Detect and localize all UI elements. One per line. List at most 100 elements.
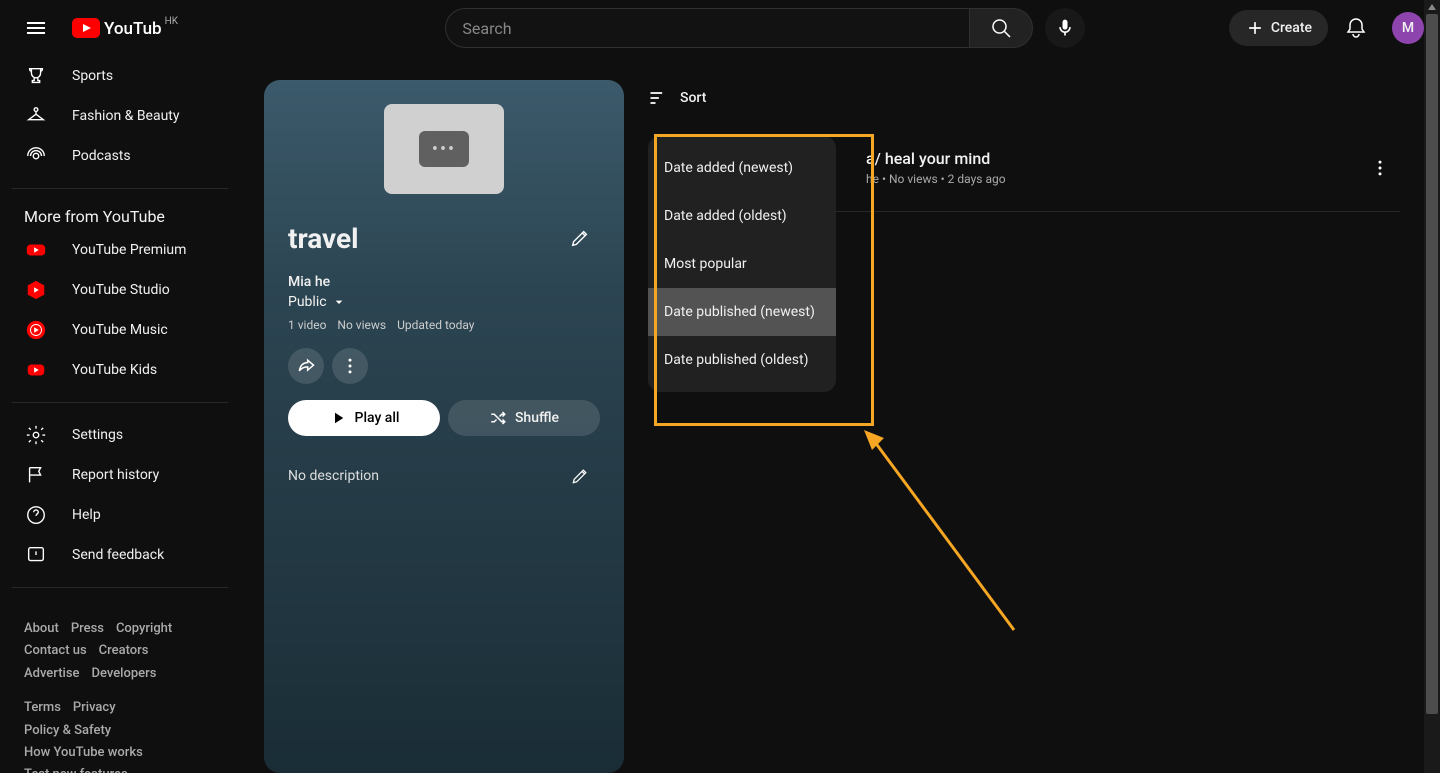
sidebar-item-help[interactable]: Help: [12, 495, 228, 535]
sort-option-date-published-oldest[interactable]: Date published (oldest): [648, 336, 836, 384]
scrollbar-thumb[interactable]: [1426, 14, 1438, 714]
sidebar-item-report[interactable]: Report history: [12, 455, 228, 495]
playlist-content: Sort a/ heal your mind he • No views • 2…: [648, 80, 1400, 773]
create-button[interactable]: Create: [1229, 10, 1328, 46]
country-code: HK: [165, 16, 178, 27]
footer-link[interactable]: Terms: [24, 699, 61, 717]
footer-link[interactable]: About: [24, 620, 59, 638]
feedback-icon: [24, 543, 48, 567]
sidebar-item-premium[interactable]: YouTube Premium: [12, 230, 228, 270]
sidebar-item-label: YouTube Music: [72, 322, 168, 338]
sidebar-item-label: Settings: [72, 427, 123, 443]
sort-label: Sort: [680, 90, 706, 106]
voice-search-button[interactable]: [1045, 8, 1085, 48]
more-vert-icon: [340, 356, 360, 376]
sidebar-item-label: Sports: [72, 68, 113, 84]
sidebar-item-feedback[interactable]: Send feedback: [12, 535, 228, 575]
playlist-stats: 1 video No views Updated today: [288, 318, 600, 332]
search-button[interactable]: [969, 8, 1033, 48]
header-center: [445, 8, 1085, 48]
sort-option-date-added-oldest[interactable]: Date added (oldest): [648, 192, 836, 240]
bell-icon: [1344, 16, 1368, 40]
pencil-icon: [569, 227, 591, 249]
footer-link[interactable]: Privacy: [73, 699, 116, 717]
video-meta: he • No views • 2 days ago: [866, 172, 1360, 186]
more-vert-icon: [1370, 158, 1390, 178]
sort-option-date-published-newest[interactable]: Date published (newest): [648, 288, 836, 336]
sidebar-item-label: Fashion & Beauty: [72, 108, 180, 124]
playlist-thumbnail[interactable]: •••: [384, 104, 504, 194]
youtube-premium-icon: [24, 238, 48, 262]
footer-link[interactable]: Policy & Safety: [24, 722, 111, 740]
footer-link[interactable]: Creators: [99, 642, 149, 660]
sidebar-divider: [12, 188, 228, 189]
edit-description-button[interactable]: [560, 456, 600, 496]
notifications-button[interactable]: [1336, 8, 1376, 48]
sort-option-most-popular[interactable]: Most popular: [648, 240, 836, 288]
sidebar-item-music[interactable]: YouTube Music: [12, 310, 228, 350]
search-input[interactable]: [445, 8, 969, 48]
sort-dropdown-menu: Date added (newest) Date added (oldest) …: [648, 136, 836, 392]
main-content: ••• travel Mia he Public 1 video No view…: [240, 56, 1424, 773]
share-button[interactable]: [288, 348, 324, 384]
video-title: a/ heal your mind: [866, 149, 1360, 168]
footer-link[interactable]: Test new features: [24, 766, 128, 773]
playlist-description: No description: [288, 468, 379, 484]
microphone-icon: [1055, 18, 1075, 38]
playlist-owner[interactable]: Mia he: [288, 274, 600, 290]
thumbnail-placeholder-icon: •••: [419, 131, 469, 167]
sidebar-item-kids[interactable]: YouTube Kids: [12, 350, 228, 390]
hanger-icon: [24, 104, 48, 128]
sidebar-item-fashion[interactable]: Fashion & Beauty: [12, 96, 228, 136]
footer-link[interactable]: Developers: [91, 665, 156, 683]
avatar-button[interactable]: M: [1392, 12, 1424, 44]
trophy-icon: [24, 64, 48, 88]
pencil-icon: [570, 466, 590, 486]
search-form: [445, 8, 1033, 48]
sort-option-date-added-newest[interactable]: Date added (newest): [648, 144, 836, 192]
playlist-title-row: travel: [288, 218, 600, 258]
header-left: YouTube HK: [16, 8, 162, 48]
page-scrollbar[interactable]: [1424, 0, 1440, 773]
guide-menu-button[interactable]: [16, 8, 56, 48]
help-icon: [24, 503, 48, 527]
chevron-down-icon: [331, 294, 347, 310]
sidebar-item-label: YouTube Studio: [72, 282, 170, 298]
play-all-button[interactable]: Play all: [288, 400, 440, 436]
play-icon: [329, 409, 347, 427]
playlist-visibility-button[interactable]: Public: [288, 294, 600, 310]
hamburger-icon: [24, 16, 48, 40]
edit-title-button[interactable]: [560, 218, 600, 258]
sidebar-footer: About Press Copyright Contact us Creator…: [12, 600, 228, 773]
sort-icon: [648, 88, 668, 108]
footer-link[interactable]: Contact us: [24, 642, 87, 660]
share-icon: [296, 356, 316, 376]
create-label: Create: [1271, 20, 1312, 36]
svg-text:YouTube: YouTube: [104, 19, 162, 38]
sidebar-item-label: YouTube Premium: [72, 242, 186, 258]
footer-link[interactable]: Copyright: [116, 620, 172, 638]
sidebar-item-studio[interactable]: YouTube Studio: [12, 270, 228, 310]
podcast-icon: [24, 144, 48, 168]
sidebar-item-settings[interactable]: Settings: [12, 415, 228, 455]
description-row: No description: [288, 456, 600, 496]
youtube-studio-icon: [24, 278, 48, 302]
video-menu-button[interactable]: [1360, 158, 1400, 178]
sidebar-divider: [12, 402, 228, 403]
footer-link[interactable]: Press: [71, 620, 104, 638]
playlist-panel: ••• travel Mia he Public 1 video No view…: [264, 80, 624, 773]
shuffle-button[interactable]: Shuffle: [448, 400, 600, 436]
footer-link[interactable]: Advertise: [24, 665, 80, 683]
more-actions-button[interactable]: [332, 348, 368, 384]
youtube-logo[interactable]: YouTube HK: [72, 18, 162, 38]
sidebar-item-podcasts[interactable]: Podcasts: [12, 136, 228, 176]
playlist-play-actions: Play all Shuffle: [288, 400, 600, 436]
sort-button[interactable]: Sort: [648, 80, 1400, 124]
playlist-icon-actions: [288, 348, 600, 384]
sidebar-item-sports[interactable]: Sports: [12, 56, 228, 96]
footer-link[interactable]: How YouTube works: [24, 744, 143, 762]
sidebar-item-label: Help: [72, 507, 101, 523]
sidebar-item-label: Report history: [72, 467, 159, 483]
avatar-letter: M: [1402, 20, 1414, 36]
plus-icon: [1245, 18, 1265, 38]
